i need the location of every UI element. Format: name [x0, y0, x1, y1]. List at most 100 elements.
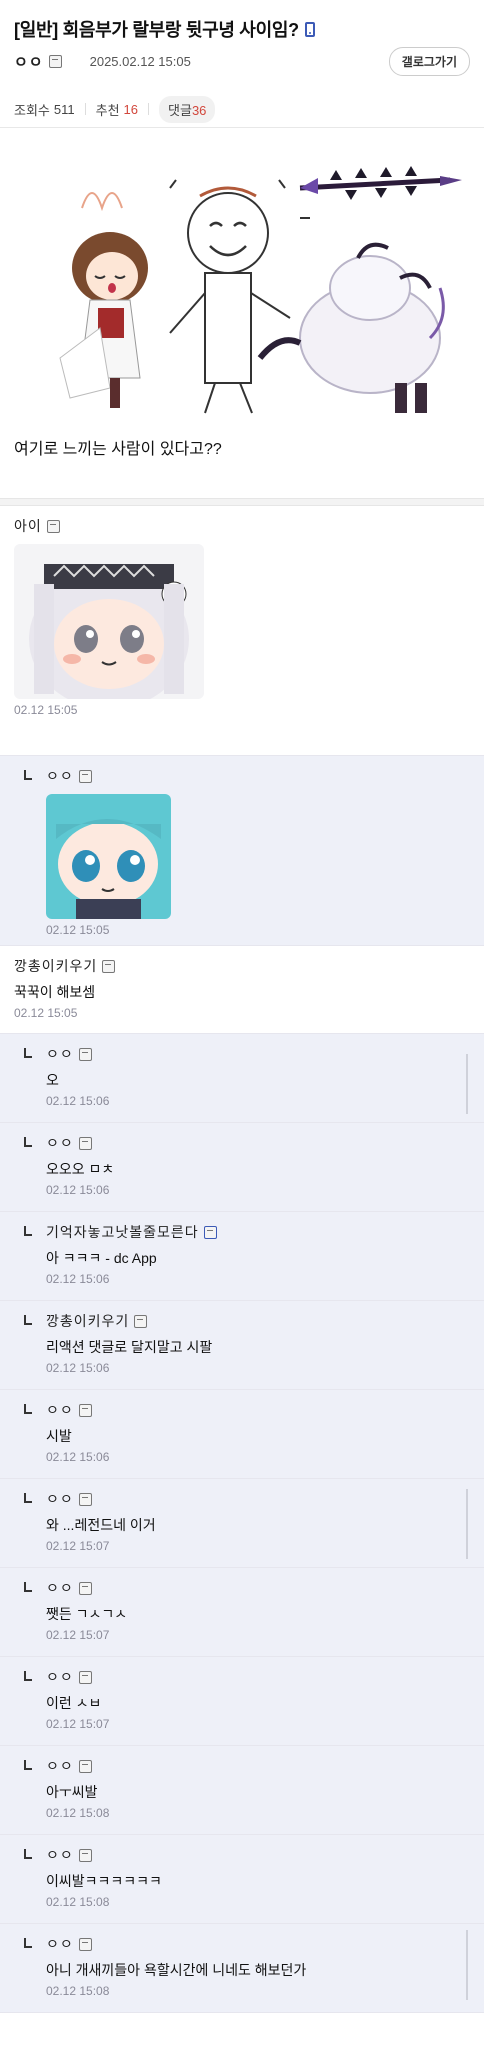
- comment-author[interactable]: ㅇㅇ: [46, 1489, 74, 1509]
- comment-date: 02.12 15:05: [14, 1006, 78, 1020]
- reply-arrow-icon: [24, 1849, 32, 1859]
- comment-author[interactable]: ㅇㅇ: [46, 1400, 74, 1420]
- reply-arrow-icon: [24, 1226, 32, 1236]
- scrollbar[interactable]: [466, 1489, 468, 1559]
- comment-text: 쨋든 ㄱㅅㄱㅅ: [46, 1606, 128, 1622]
- stats-divider: [84, 103, 86, 115]
- reply-item: ㅇㅇ 오오오 ㅁㅊ 02.12 15:06: [0, 1123, 484, 1212]
- fixed-nick-icon: [46, 519, 60, 533]
- reply-item: ㅇㅇ 쨋든 ㄱㅅㄱㅅ 02.12 15:07: [0, 1568, 484, 1657]
- fixed-nick-icon: [78, 1848, 92, 1862]
- views-label: 조회수: [14, 102, 50, 118]
- comment-list: 아이 02.12 15:05 ㅇㅇ 02.12 15:05 깡총이키우기 꾹꾹이…: [0, 506, 484, 2013]
- comment-date: 02.12 15:07: [46, 1539, 110, 1553]
- fixed-nick-icon: [78, 1670, 92, 1684]
- sticker-image: [14, 544, 204, 699]
- comment-section-divider: [0, 498, 484, 506]
- comment-text: 아니 개새끼들아 욕할시간에 니네도 해보던가: [46, 1962, 307, 1978]
- fixed-nick-icon: [78, 1759, 92, 1773]
- stats-divider: [148, 103, 150, 115]
- fixed-nick-icon: [78, 1492, 92, 1506]
- comment-date: 02.12 15:07: [46, 1628, 110, 1642]
- fixed-nick-icon: [78, 1581, 92, 1595]
- post-title: [일반] 회음부가 랄부랑 뒷구녕 사이임?: [14, 20, 299, 40]
- comment-author[interactable]: 기억자놓고낫볼줄모른다: [46, 1222, 199, 1242]
- comment-author[interactable]: ㅇㅇ: [46, 1044, 74, 1064]
- comment-item: 아이 02.12 15:05: [0, 506, 484, 756]
- reply-item: 깡총이키우기 리액션 댓글로 달지말고 시팔 02.12 15:06: [0, 1301, 484, 1390]
- reply-arrow-icon: [24, 770, 32, 780]
- recommend-label: 추천: [95, 102, 120, 118]
- fixed-nick-icon: [78, 1937, 92, 1951]
- gallog-button[interactable]: 갤로그가기: [388, 46, 470, 76]
- comment-text: 아ㅜ씨발: [46, 1784, 98, 1800]
- comment-count-badge[interactable]: 댓글36: [159, 95, 216, 123]
- reply-item: 기억자놓고낫볼줄모른다 아 ㅋㅋㅋ - dc App 02.12 15:06: [0, 1212, 484, 1301]
- reply-item: ㅇㅇ 이씨발ㅋㅋㅋㅋㅋㅋ 02.12 15:08: [0, 1835, 484, 1924]
- comment-text: 이런 ㅅㅂ: [46, 1695, 102, 1711]
- reply-arrow-icon: [24, 1760, 32, 1770]
- comment-date: 02.12 15:05: [46, 923, 110, 937]
- reply-arrow-icon: [24, 1671, 32, 1681]
- views-count: 511: [53, 101, 75, 117]
- post-author[interactable]: ㅇㅇ: [14, 51, 44, 72]
- comment-text: 아 ㅋㅋㅋ - dc App: [46, 1250, 157, 1266]
- fixed-nick-icon: [48, 54, 62, 68]
- comment-text: 시발: [46, 1428, 72, 1444]
- stats-row: 조회수 511 추천 16 댓글36: [14, 94, 470, 124]
- comment-author[interactable]: ㅇㅇ: [46, 1756, 74, 1776]
- sticker-image: [46, 794, 171, 919]
- comment-text: 와 ...레전드네 이거: [46, 1517, 156, 1533]
- post-body: 여기로 느끼는 사람이 있다고??: [14, 441, 222, 458]
- meta-row: ㅇㅇ 2025.02.12 15:05 갤로그가기: [14, 46, 470, 76]
- comment-author[interactable]: ㅇㅇ: [46, 1845, 74, 1865]
- scrollbar[interactable]: [466, 1054, 468, 1114]
- comment-text: 꾹꾹이 해보셈: [14, 984, 96, 1000]
- girl-figure: [59, 192, 148, 408]
- comment-author[interactable]: ㅇㅇ: [46, 1133, 74, 1153]
- comment-author[interactable]: ㅇㅇ: [46, 766, 74, 786]
- spear-icon: [299, 166, 462, 200]
- post-date: 2025.02.12 15:05: [89, 53, 191, 69]
- comment-date: 02.12 15:06: [46, 1272, 110, 1286]
- scrollbar[interactable]: [466, 1930, 468, 2000]
- post-header: [일반] 회음부가 랄부랑 뒷구녕 사이임? ㅇㅇ 2025.02.12 15:…: [0, 0, 484, 128]
- comment-date: 02.12 15:05: [14, 703, 78, 717]
- title-row: [일반] 회음부가 랄부랑 뒷구녕 사이임?: [14, 14, 470, 44]
- comment-author[interactable]: ㅇㅇ: [46, 1667, 74, 1687]
- fixed-nick-icon: [78, 769, 92, 783]
- comment-author[interactable]: 깡총이키우기: [14, 956, 97, 976]
- reply-item: ㅇㅇ 이런 ㅅㅂ 02.12 15:07: [0, 1657, 484, 1746]
- reply-item: ㅇㅇ 와 ...레전드네 이거 02.12 15:07: [0, 1479, 484, 1568]
- white-haired-figure: [257, 242, 445, 413]
- comment-date: 02.12 15:08: [46, 1895, 110, 1909]
- comment-author[interactable]: 깡총이키우기: [46, 1311, 129, 1331]
- fixed-nick-icon: [78, 1047, 92, 1061]
- comment-date: 02.12 15:07: [46, 1717, 110, 1731]
- comment-author[interactable]: ㅇㅇ: [46, 1934, 74, 1954]
- recommend-count: 16: [123, 101, 139, 117]
- fixed-nick-icon: [134, 1314, 148, 1328]
- reply-item: ㅇㅇ 02.12 15:05: [0, 756, 484, 946]
- comment-author[interactable]: 아이: [14, 516, 42, 536]
- reply-item: ㅇㅇ 아ㅜ씨발 02.12 15:08: [0, 1746, 484, 1835]
- reply-arrow-icon: [24, 1493, 32, 1503]
- comment-text: 리액션 댓글로 달지말고 시팔: [46, 1339, 213, 1355]
- comment-text: 오: [46, 1072, 59, 1088]
- comment-item: 깡총이키우기 꾹꾹이 해보셈 02.12 15:05: [0, 946, 484, 1034]
- reply-item: ㅇㅇ 아니 개새끼들아 욕할시간에 니네도 해보던가 02.12 15:08: [0, 1924, 484, 2013]
- reply-arrow-icon: [24, 1315, 32, 1325]
- post-image: [0, 128, 484, 428]
- comment-text: 오오오 ㅁㅊ: [46, 1161, 115, 1177]
- comment-date: 02.12 15:06: [46, 1361, 110, 1375]
- comment-date: 02.12 15:08: [46, 1806, 110, 1820]
- reply-arrow-icon: [24, 1048, 32, 1058]
- comment-text: 이씨발ㅋㅋㅋㅋㅋㅋ: [46, 1873, 162, 1889]
- fixed-nick-icon: [203, 1225, 217, 1239]
- reply-item: ㅇㅇ 오 02.12 15:06: [0, 1034, 484, 1123]
- comment-author[interactable]: ㅇㅇ: [46, 1578, 74, 1598]
- reply-arrow-icon: [24, 1938, 32, 1948]
- comments-count: 36: [191, 102, 207, 118]
- fixed-nick-icon: [102, 959, 116, 973]
- comment-date: 02.12 15:06: [46, 1094, 110, 1108]
